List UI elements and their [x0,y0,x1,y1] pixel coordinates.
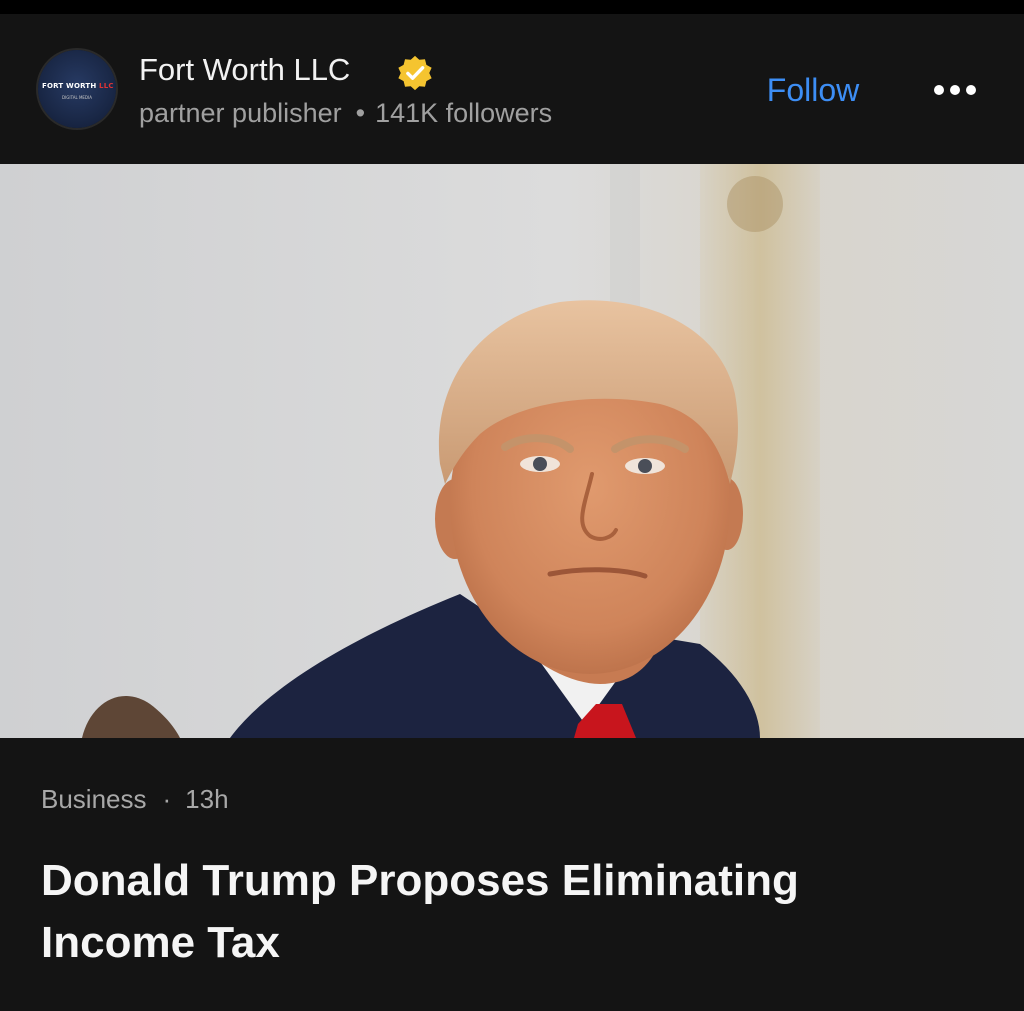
follow-button[interactable]: Follow [754,66,872,114]
status-strip [0,0,1024,14]
publisher-type: partner publisher [139,98,342,128]
meta-separator: · [162,784,172,814]
more-options-button[interactable] [926,70,984,110]
publisher-meta: partner publisher • 141K followers [139,98,552,129]
publisher-name[interactable]: Fort Worth LLC [139,52,350,88]
more-dots-icon [934,85,944,95]
article-image[interactable] [0,164,1024,738]
more-dots-icon [966,85,976,95]
avatar-logo-subtext: DIGITAL MEDIA [62,95,92,100]
article-meta: Business · 13h [41,784,229,815]
follower-count: 141K followers [375,98,553,128]
portrait-photo [0,164,1024,738]
news-card[interactable]: FORT WORTH LLC DIGITAL MEDIA Fort Worth … [0,14,1024,1011]
publisher-avatar[interactable]: FORT WORTH LLC DIGITAL MEDIA [38,50,116,128]
publisher-header: FORT WORTH LLC DIGITAL MEDIA Fort Worth … [0,14,1024,164]
article-headline[interactable]: Donald Trump Proposes Eliminating Income… [41,850,941,974]
verified-badge-icon [398,55,432,91]
avatar-logo-text: FORT WORTH LLC [42,82,114,90]
article-category[interactable]: Business [41,784,147,814]
more-dots-icon [950,85,960,95]
meta-separator: • [355,98,366,128]
article-time: 13h [185,784,229,814]
